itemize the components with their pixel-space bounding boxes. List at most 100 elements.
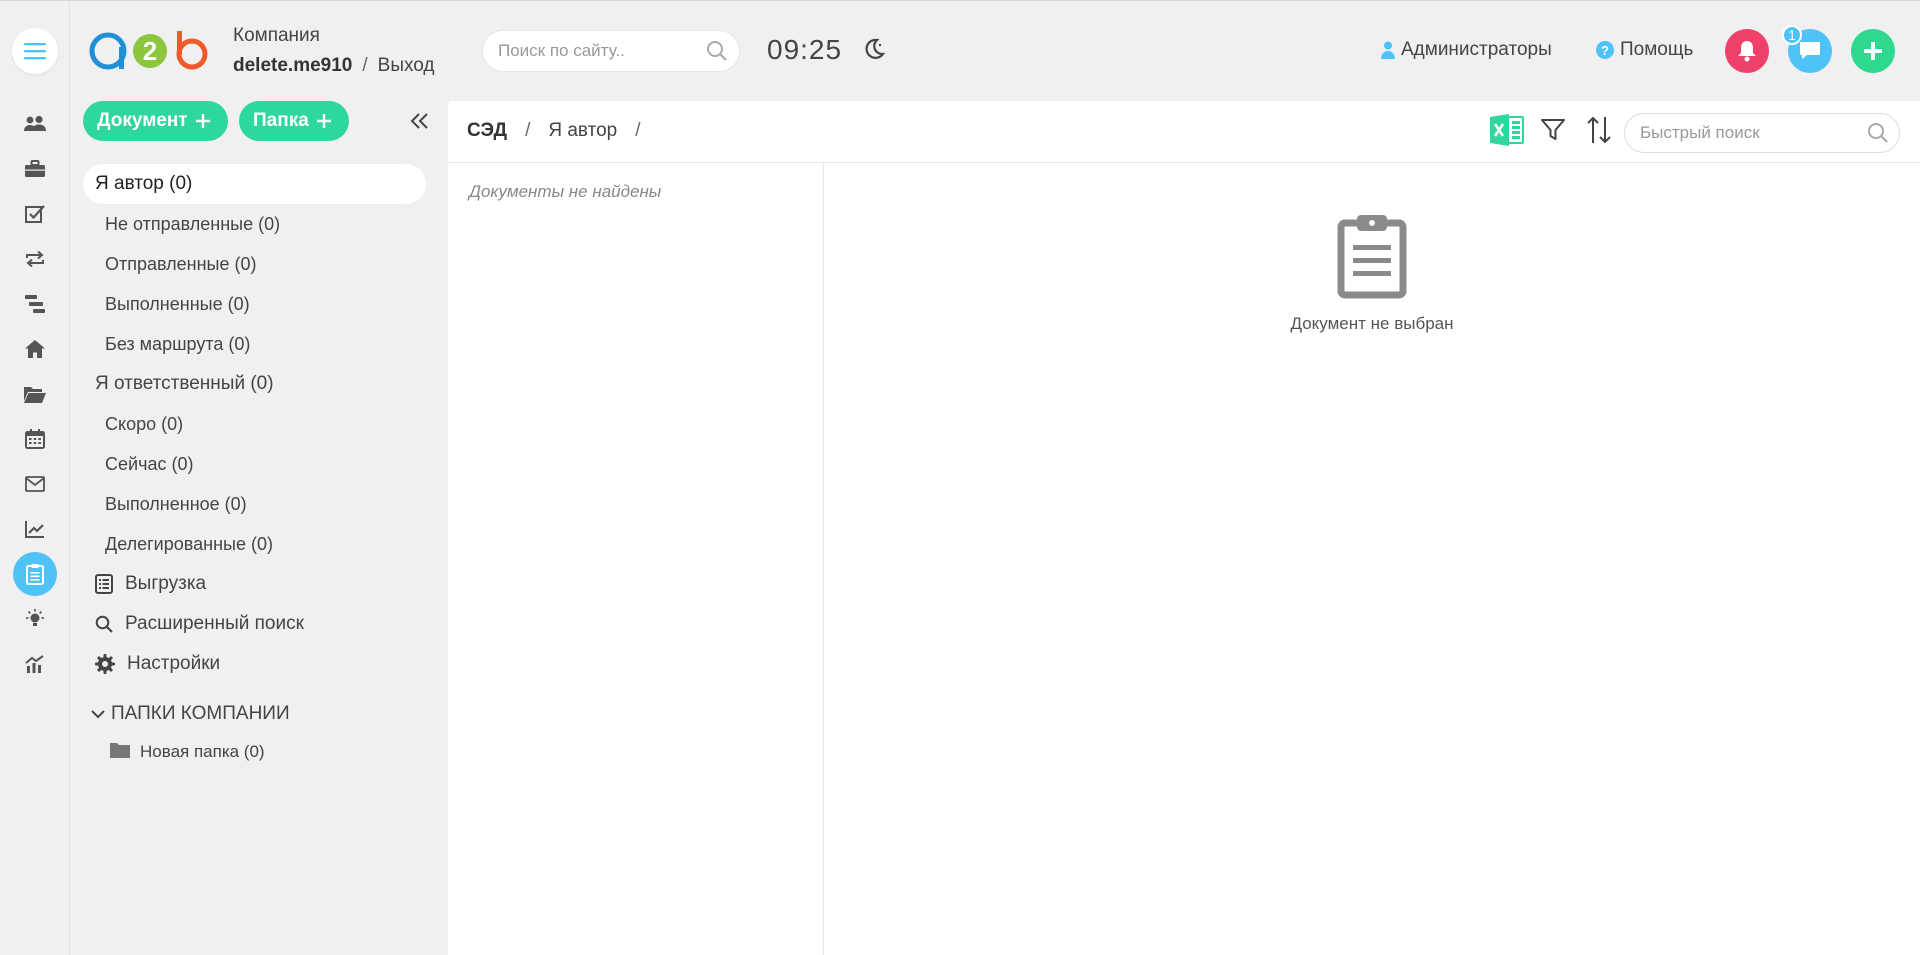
rail-analytics[interactable] [13, 642, 57, 686]
briefcase-icon [25, 160, 45, 177]
documents-nav: Документ Папка Я автор (0) Не отправленн… [70, 101, 440, 955]
nav-item-done[interactable]: Выполненные (0) [83, 284, 426, 324]
nav-item-settings[interactable]: Настройки [83, 644, 426, 684]
empty-preview: Документ не выбран [1274, 213, 1470, 334]
nav-item-sent[interactable]: Отправленные (0) [83, 244, 426, 284]
svg-text:2: 2 [143, 36, 157, 66]
gear-icon [95, 654, 115, 674]
breadcrumb-current[interactable]: Я автор [548, 120, 617, 142]
account-separator: / [362, 55, 368, 76]
quick-search[interactable] [1624, 113, 1900, 153]
advanced-search-label: Расширенный поиск [125, 613, 304, 634]
rail-reports[interactable] [13, 507, 57, 551]
admins-link[interactable]: Администраторы [1381, 39, 1552, 61]
users-icon [24, 115, 46, 131]
notifications-button[interactable] [1725, 29, 1769, 73]
empty-preview-caption: Документ не выбран [1290, 314, 1454, 333]
rail-home[interactable] [13, 327, 57, 371]
rail-projects[interactable] [13, 147, 57, 191]
settings-label: Настройки [127, 653, 221, 674]
account-name[interactable]: delete.me910 [233, 55, 352, 76]
lightbulb-icon [26, 609, 44, 626]
mail-icon [25, 476, 45, 492]
clock: 09:25 [767, 34, 843, 65]
calendar-icon [25, 429, 45, 449]
messages-badge: 1 [1782, 25, 1802, 45]
timeline-icon [25, 295, 45, 313]
nav-item-advanced-search[interactable]: Расширенный поиск [83, 604, 426, 644]
logout-link[interactable]: Выход [378, 55, 435, 76]
hamburger-menu-button[interactable] [12, 28, 58, 74]
company-folders-toggle[interactable]: ПАПКИ КОМПАНИИ [83, 694, 426, 734]
sort-icon [1587, 116, 1611, 144]
rail-ideas[interactable] [13, 597, 57, 641]
rail-mail[interactable] [13, 462, 57, 506]
folder-item[interactable]: Новая папка (0) [83, 734, 426, 770]
exchange-icon [26, 250, 44, 268]
content-header: СЭД / Я автор / [448, 101, 1920, 163]
filter-button[interactable] [1536, 113, 1570, 147]
moon-icon[interactable] [863, 38, 885, 60]
top-bar: 2 Компания delete.me910 / Выход 09:25 Адми… [70, 1, 1920, 101]
search-icon [95, 615, 113, 633]
rail-exchange[interactable] [13, 237, 57, 281]
excel-icon [1490, 114, 1524, 146]
nav-item-soon[interactable]: Скоро (0) [83, 404, 426, 444]
nav-item-no-route[interactable]: Без маршрута (0) [83, 324, 426, 364]
icon-rail [0, 1, 70, 955]
nav-item-delegated[interactable]: Делегированные (0) [83, 524, 426, 564]
breadcrumb-root[interactable]: СЭД [467, 120, 507, 142]
rail-documents[interactable] [13, 552, 57, 596]
search-icon[interactable] [706, 40, 728, 62]
site-search[interactable] [482, 30, 740, 72]
folder-item-label: Новая папка (0) [140, 742, 265, 761]
plus-icon [195, 114, 210, 128]
hamburger-icon [24, 43, 46, 60]
document-list: Документы не найдены [448, 163, 824, 955]
nav-list: Я автор (0) Не отправленные (0) Отправле… [83, 164, 426, 770]
nav-item-completed[interactable]: Выполненное (0) [83, 484, 426, 524]
site-search-input[interactable] [498, 41, 698, 61]
breadcrumb: СЭД / Я автор / [467, 120, 641, 142]
new-document-label: Документ [97, 110, 188, 131]
clipboard-icon [1337, 215, 1407, 299]
new-folder-label: Папка [253, 110, 309, 131]
rail-tasks[interactable] [13, 192, 57, 236]
sort-button[interactable] [1582, 113, 1616, 147]
rail-calendar[interactable] [13, 417, 57, 461]
quick-search-input[interactable] [1640, 123, 1850, 143]
export-label: Выгрузка [125, 573, 207, 594]
analytics-icon [25, 655, 44, 673]
rail-timeline[interactable] [13, 282, 57, 326]
help-link[interactable]: ? Помощь [1596, 39, 1693, 61]
company-logo[interactable]: 2 [88, 29, 214, 73]
nav-item-export[interactable]: Выгрузка [83, 564, 426, 604]
company-label: Компания [233, 25, 320, 46]
question-icon: ? [1596, 41, 1614, 59]
nav-item-now[interactable]: Сейчас (0) [83, 444, 426, 484]
excel-export-button[interactable] [1490, 113, 1524, 147]
bell-icon [1738, 41, 1756, 62]
chevron-down-icon [91, 710, 105, 719]
app-window: 2 Компания delete.me910 / Выход 09:25 Адми… [0, 0, 1920, 955]
folder-open-icon [24, 387, 46, 403]
nav-item-author[interactable]: Я автор (0) [83, 164, 426, 204]
main-content: СЭД / Я автор / Док [448, 101, 1920, 955]
breadcrumb-separator: / [525, 120, 531, 141]
admins-label: Администраторы [1401, 39, 1552, 60]
help-label: Помощь [1620, 39, 1694, 60]
create-button[interactable] [1851, 29, 1895, 73]
list-icon [95, 574, 113, 594]
home-icon [25, 340, 45, 358]
rail-users[interactable] [13, 102, 57, 146]
rail-files[interactable] [13, 372, 57, 416]
nav-item-not-sent[interactable]: Не отправленные (0) [83, 204, 426, 244]
new-document-button[interactable]: Документ [83, 101, 228, 141]
plus-icon [316, 114, 331, 128]
new-folder-button[interactable]: Папка [239, 101, 349, 141]
filter-icon [1541, 119, 1565, 140]
collapse-panel-icon[interactable] [410, 113, 430, 129]
search-icon[interactable] [1867, 122, 1889, 144]
nav-item-responsible[interactable]: Я ответственный (0) [83, 364, 426, 404]
plus-icon [1864, 42, 1882, 60]
